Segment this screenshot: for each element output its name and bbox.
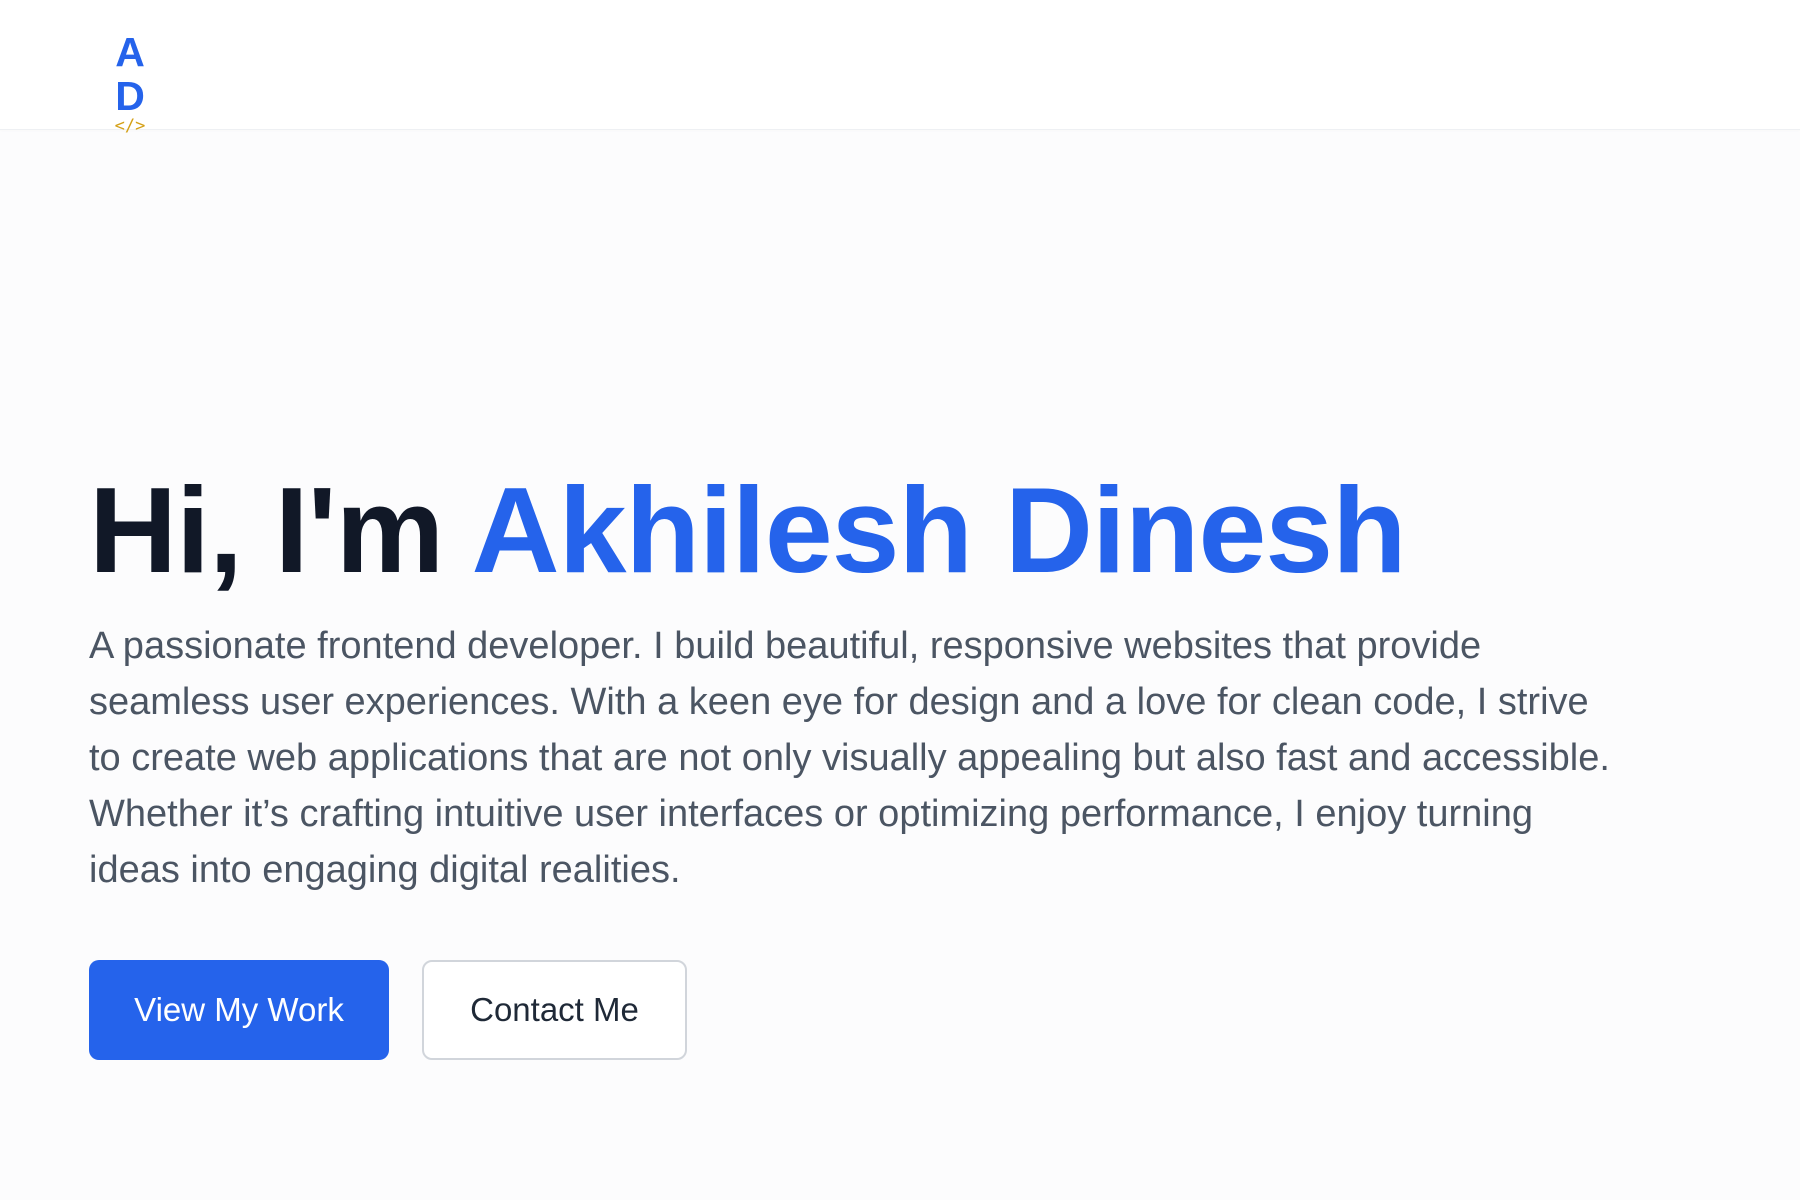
hero-title: Hi, I'm Akhilesh Dinesh — [89, 460, 1669, 600]
code-brackets-icon: </> — [114, 116, 146, 136]
logo-initials: A D — [115, 29, 151, 119]
view-my-work-button[interactable]: View My Work — [89, 960, 389, 1060]
hero-actions: View My Work Contact Me — [89, 960, 1669, 1060]
contact-me-button[interactable]: Contact Me — [422, 960, 687, 1060]
hero-name: Akhilesh Dinesh — [471, 462, 1407, 598]
navbar: A D </> — [0, 0, 1800, 136]
hero-greeting: Hi, I'm — [89, 462, 472, 598]
hero-section: Hi, I'm Akhilesh Dinesh A passionate fro… — [89, 460, 1669, 1060]
hero-description: A passionate frontend developer. I build… — [89, 625, 1610, 891]
logo[interactable]: A D </> — [90, 30, 170, 136]
